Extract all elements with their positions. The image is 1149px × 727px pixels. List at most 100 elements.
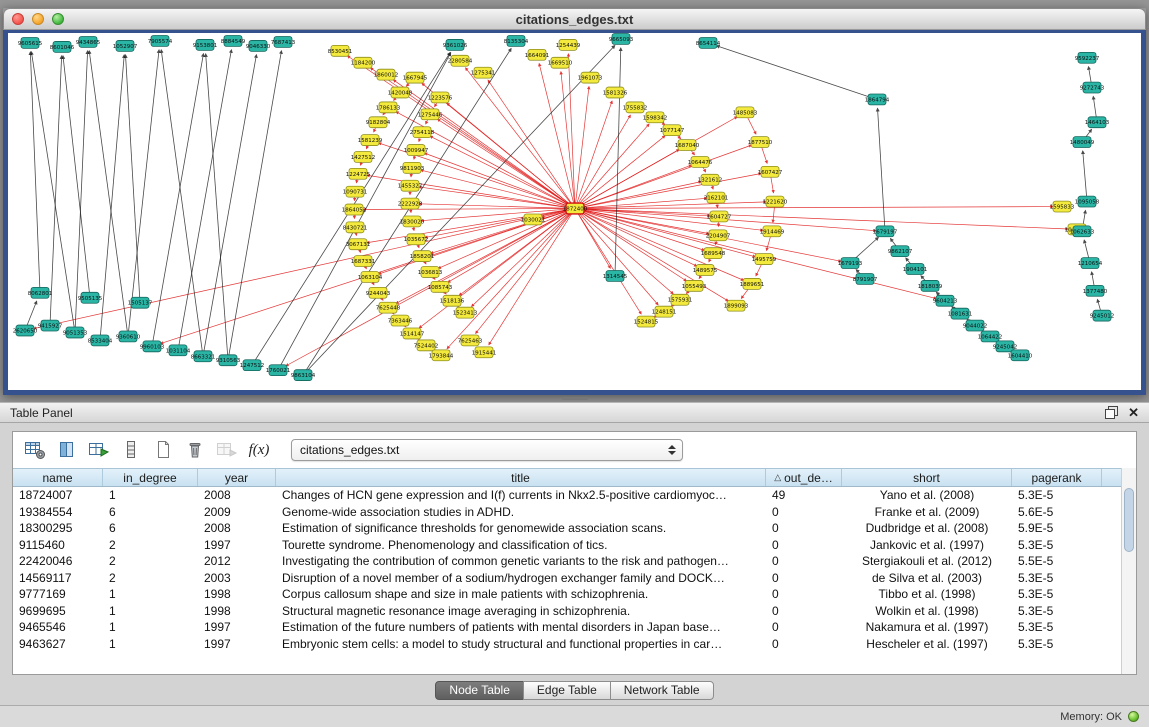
graph-node[interactable]: 1679193 (838, 258, 863, 269)
graph-node[interactable]: 1035672 (404, 234, 428, 245)
graph-node[interactable]: 1275446 (418, 109, 443, 120)
graph-node[interactable]: 9505135 (78, 292, 102, 303)
graph-node[interactable]: 1598342 (643, 112, 667, 123)
graph-node[interactable]: 1031104 (166, 345, 191, 356)
rows-button[interactable] (117, 437, 145, 463)
graph-node[interactable]: 7905574 (148, 35, 173, 46)
graph-node[interactable]: 1081631 (948, 308, 972, 319)
graph-node[interactable]: 1518136 (440, 295, 465, 306)
graph-node[interactable]: 1321612 (698, 174, 722, 185)
graph-node[interactable]: 1687040 (675, 140, 700, 151)
graph-node[interactable]: 9046330 (246, 40, 271, 51)
graph-node[interactable]: 9245012 (1090, 310, 1114, 321)
graph-node[interactable]: 1793844 (429, 350, 454, 361)
column-header-name[interactable]: name (13, 469, 103, 486)
table-row[interactable]: 1938455462009Genome-wide association stu… (13, 504, 1136, 521)
graph-node[interactable]: 2754118 (410, 127, 435, 138)
graph-node[interactable]: 9044022 (963, 320, 987, 331)
graph-node[interactable]: 9182804 (366, 117, 391, 128)
network-canvas[interactable]: 9605615860104694348651052907790557491538… (8, 33, 1141, 390)
graph-node[interactable]: 1505137 (128, 297, 153, 308)
tab-node-table[interactable]: Node Table (435, 681, 524, 700)
graph-node[interactable]: 1604727 (707, 211, 732, 222)
graph-node[interactable]: 1314545 (603, 271, 627, 282)
graph-node[interactable]: 1889651 (740, 278, 764, 289)
graph-node[interactable]: 1755832 (623, 102, 647, 113)
graph-node[interactable]: 2280584 (448, 55, 473, 66)
graph-node[interactable]: 8654114 (696, 37, 721, 48)
graph-node[interactable]: 7625463 (458, 335, 483, 346)
tab-network-table[interactable]: Network Table (610, 681, 714, 700)
graph-node[interactable]: 1184200 (351, 57, 376, 68)
graph-node[interactable]: 9360610 (116, 331, 141, 342)
graph-node[interactable]: 7687413 (271, 36, 296, 47)
graph-node[interactable]: 9310563 (216, 355, 241, 366)
panel-resize-handle[interactable] (0, 395, 1149, 402)
zoom-window-button[interactable] (52, 13, 64, 25)
graph-node[interactable]: 1581239 (358, 135, 383, 146)
graph-node[interactable]: 1009947 (404, 145, 429, 156)
table-row[interactable]: 946554611997Estimation of the future num… (13, 619, 1136, 636)
graph-node[interactable]: 1055493 (682, 280, 707, 291)
graph-node[interactable]: 1480049 (1070, 137, 1095, 148)
graph-node[interactable]: 1915441 (472, 347, 496, 358)
table-selector[interactable]: citations_edges.txt (291, 439, 683, 461)
table-settings-button[interactable] (21, 437, 49, 463)
graph-node[interactable]: 9665093 (609, 33, 634, 44)
table-row[interactable]: 969969511998Structural magnetic resonanc… (13, 603, 1136, 620)
graph-node[interactable]: 1090731 (343, 186, 367, 197)
graph-node[interactable]: 1914469 (760, 226, 785, 237)
graph-node[interactable]: 1904101 (903, 264, 927, 275)
graph-node[interactable]: 1062633 (1070, 226, 1095, 237)
graph-node[interactable]: 1377480 (1083, 285, 1108, 296)
import-table-button[interactable] (213, 437, 241, 463)
graph-node[interactable]: 8430721 (343, 222, 367, 233)
close-window-button[interactable] (12, 13, 24, 25)
function-builder-button[interactable]: f(x) (245, 437, 273, 463)
graph-node[interactable]: 1595833 (1050, 201, 1075, 212)
graph-node[interactable]: 9862107 (888, 246, 913, 257)
graph-node[interactable]: 1064422 (978, 331, 1002, 342)
graph-node[interactable]: 1224725 (346, 168, 370, 179)
float-panel-icon[interactable] (1105, 406, 1118, 419)
graph-node[interactable]: 1760021 (266, 365, 290, 376)
graph-node[interactable]: 1607427 (758, 166, 783, 177)
graph-node[interactable]: 1420048 (388, 87, 413, 98)
graph-node[interactable]: 8663321 (191, 351, 215, 362)
graph-node[interactable]: 1485083 (733, 107, 758, 118)
graph-node[interactable]: 1689548 (701, 248, 726, 259)
scrollbar-thumb[interactable] (1124, 488, 1134, 552)
graph-node[interactable]: 1254439 (556, 39, 581, 50)
graph-node[interactable]: 8791907 (853, 273, 878, 284)
graph-node[interactable]: 1514147 (400, 328, 425, 339)
column-header-in_degree[interactable]: in_degree (103, 469, 198, 486)
graph-node[interactable]: 9361026 (443, 39, 468, 50)
graph-node[interactable]: 1604410 (1008, 350, 1033, 361)
edit-table-button[interactable] (85, 437, 113, 463)
close-panel-icon[interactable]: ✕ (1128, 406, 1139, 419)
graph-node[interactable]: 1064476 (688, 156, 713, 167)
graph-node[interactable]: 1679197 (873, 226, 898, 237)
graph-node[interactable]: 1095058 (1075, 196, 1100, 207)
graph-node[interactable]: 9863104 (291, 370, 316, 381)
graph-node[interactable]: 7625448 (376, 302, 401, 313)
column-header-pagerank[interactable]: pagerank (1012, 469, 1102, 486)
graph-node[interactable]: 8601046 (50, 41, 75, 52)
graph-node[interactable]: 2162101 (704, 192, 728, 203)
graph-node[interactable]: 1858201 (410, 251, 434, 262)
graph-node[interactable]: 1860012 (374, 69, 398, 80)
graph-node[interactable]: 1899093 (724, 300, 749, 311)
graph-node[interactable]: 9415927 (38, 320, 63, 331)
graph-node[interactable]: 8135304 (504, 35, 529, 46)
graph-node[interactable]: 1077147 (660, 125, 685, 136)
graph-node[interactable]: 1455327 (398, 180, 423, 191)
graph-node[interactable]: 9244043 (366, 287, 391, 298)
memory-status-led-icon[interactable] (1128, 711, 1139, 722)
column-header-out_de[interactable]: △out_de… (766, 469, 842, 486)
table-row[interactable]: 911546021997Tourette syndrome. Phenomeno… (13, 537, 1136, 554)
graph-node[interactable]: 8533404 (88, 335, 113, 346)
graph-node[interactable]: 1223576 (428, 92, 453, 103)
graph-node[interactable]: 1210654 (1078, 258, 1103, 269)
graph-node[interactable]: 1581326 (603, 87, 628, 98)
graph-node[interactable]: 1667945 (403, 72, 427, 83)
